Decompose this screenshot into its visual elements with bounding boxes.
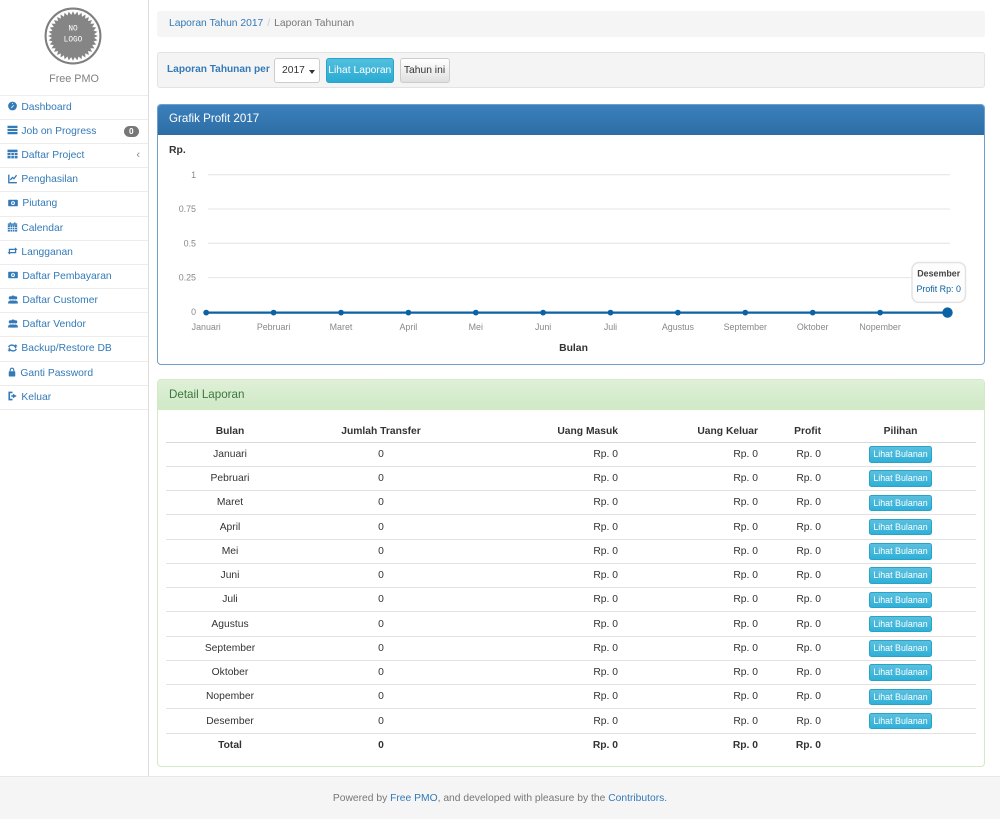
svg-text:0: 0	[191, 307, 196, 317]
svg-text:0.25: 0.25	[179, 273, 196, 283]
svg-text:NO: NO	[68, 26, 78, 34]
svg-text:0.5: 0.5	[184, 238, 196, 248]
svg-text:April: April	[400, 322, 418, 332]
svg-text:Januari: Januari	[192, 322, 221, 332]
svg-text:1: 1	[191, 170, 196, 180]
svg-text:Juni: Juni	[535, 322, 551, 332]
svg-text:September: September	[724, 322, 767, 332]
svg-text:Rp.: Rp.	[169, 145, 186, 156]
svg-text:Mei: Mei	[469, 322, 483, 332]
svg-text:Desember: Desember	[917, 268, 960, 278]
svg-text:Profit Rp: 0: Profit Rp: 0	[916, 284, 960, 294]
svg-text:Maret: Maret	[330, 322, 353, 332]
svg-text:Agustus: Agustus	[662, 322, 695, 332]
svg-text:LOGO: LOGO	[64, 37, 83, 45]
svg-text:Bulan: Bulan	[559, 343, 588, 354]
svg-text:Oktober: Oktober	[797, 322, 829, 332]
svg-text:Pebruari: Pebruari	[257, 322, 291, 332]
svg-text:0.75: 0.75	[179, 204, 196, 214]
svg-text:Juli: Juli	[604, 322, 617, 332]
svg-text:Nopember: Nopember	[859, 322, 900, 332]
